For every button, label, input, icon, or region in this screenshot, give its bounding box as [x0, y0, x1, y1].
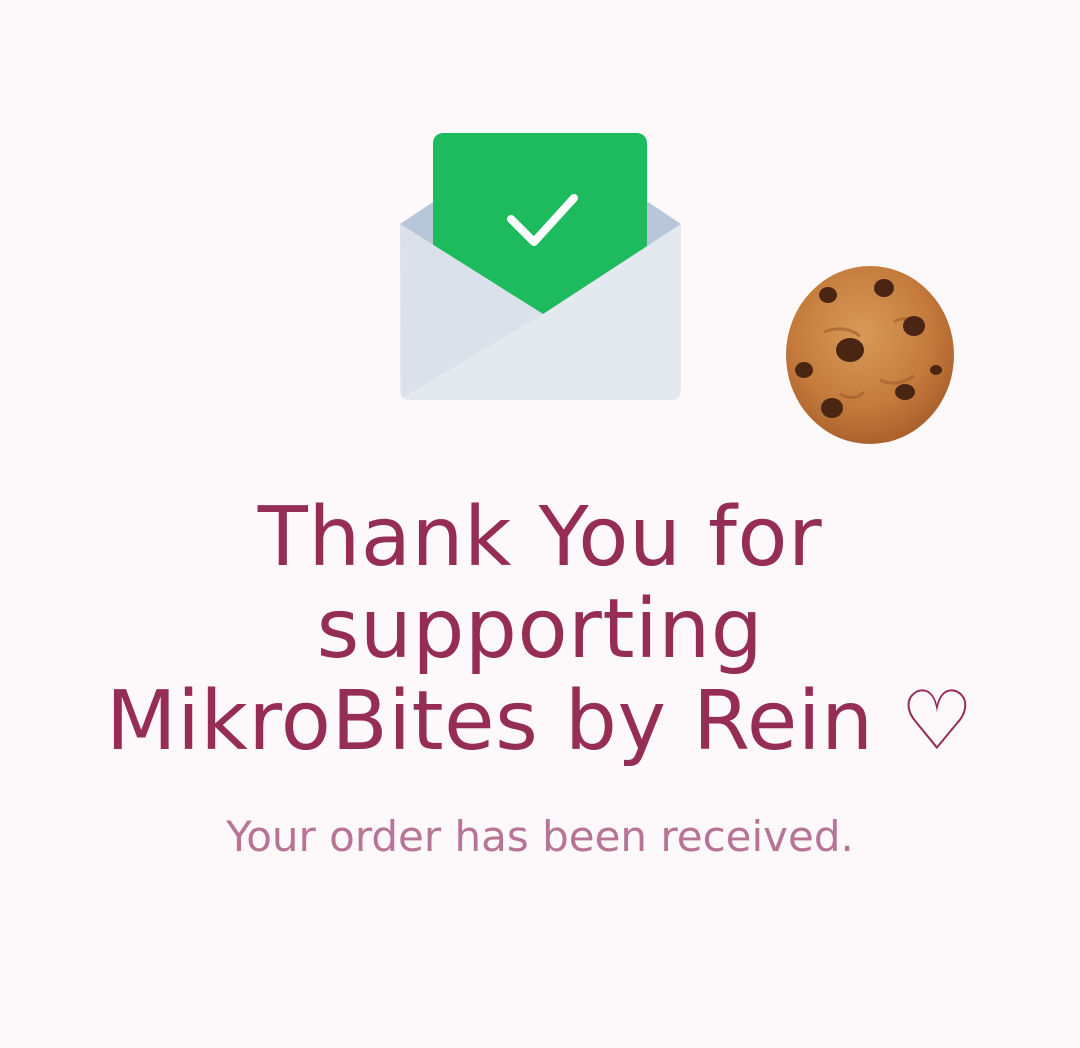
thank-you-heading: Thank You for supporting MikroBites by R… — [40, 492, 1040, 768]
chocolate-chip — [836, 338, 864, 362]
chocolate-chip — [930, 365, 942, 375]
chocolate-chip — [874, 279, 894, 297]
envelope-check-icon — [400, 133, 681, 400]
heading-line: supporting — [316, 582, 764, 677]
cookie-icon — [786, 266, 954, 444]
heading-line: MikroBites by Rein ♡ — [105, 674, 975, 769]
chocolate-chip — [895, 384, 915, 400]
cookie-body — [786, 266, 954, 444]
chocolate-chip — [819, 287, 837, 303]
chocolate-chip — [821, 398, 843, 418]
chocolate-chip — [795, 362, 813, 378]
order-received-message: Your order has been received. — [226, 812, 854, 861]
heading-line: Thank You for — [257, 490, 823, 585]
chocolate-chip — [903, 316, 925, 336]
